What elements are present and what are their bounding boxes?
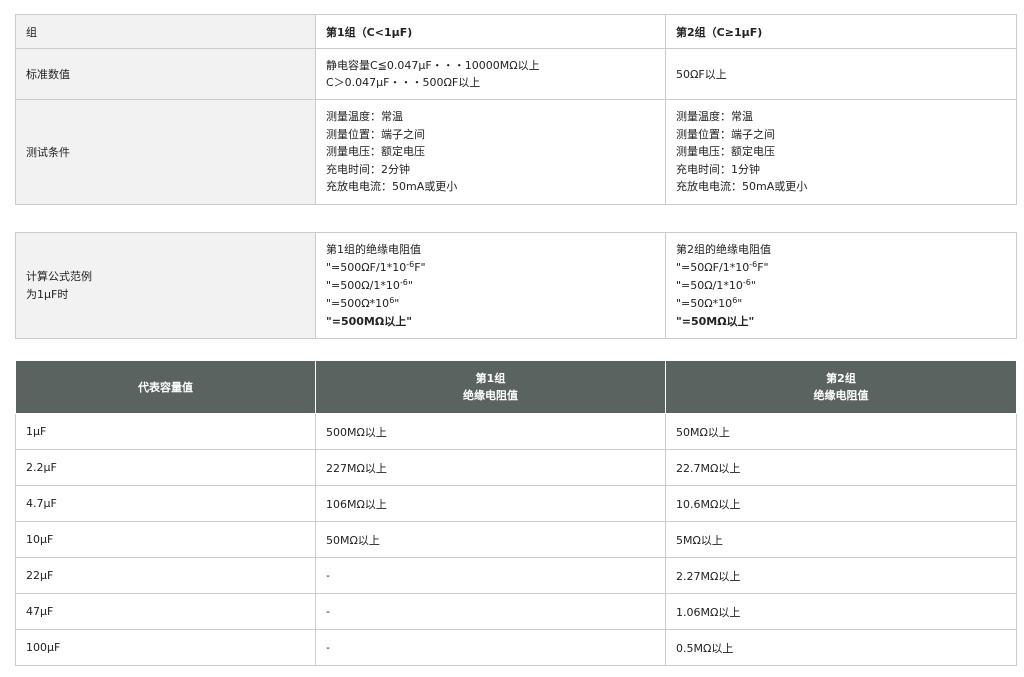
group1-resistance-cell: 500MΩ以上 <box>315 413 666 450</box>
formula-line: "=500ΩF/1*10-6F" <box>326 259 426 274</box>
condition-line: 测量电压：额定电压 <box>326 145 425 159</box>
formula-label-line1: 计算公式范例 <box>26 270 92 283</box>
table-row: 4.7μF 106MΩ以上 10.6MΩ以上 <box>15 485 1017 522</box>
table-row: 2.2μF 227MΩ以上 22.7MΩ以上 <box>15 449 1017 486</box>
formula-result: "=500MΩ以上" <box>326 314 412 328</box>
group1-resistance-column-header: 第1组 绝缘电阻值 <box>315 360 666 414</box>
formula-line: "=50Ω/1*10-6" <box>676 277 756 292</box>
formula-line: "=50Ω*106" <box>676 295 743 310</box>
condition-line: 充电时间：1分钟 <box>676 162 760 176</box>
table-row: 22μF -2.27MΩ以上 <box>15 557 1017 594</box>
test-condition-row: 测试条件 测量温度：常温 测量位置：端子之间 测量电压：额定电压 充电时间：2分… <box>15 99 1017 205</box>
group1-formula: 第1组的绝缘电阻值 "=500ΩF/1*10-6F" "=500Ω/1*10-6… <box>315 232 666 339</box>
group2-resistance-column-header: 第2组 绝缘电阻值 <box>665 360 1017 414</box>
formula-title: 第2组的绝缘电阻值 <box>676 242 771 256</box>
condition-line: 充放电电流：50mA或更小 <box>676 180 808 194</box>
capacitance-column-header: 代表容量值 <box>15 360 316 414</box>
group1-resistance-cell: 227MΩ以上 <box>315 449 666 486</box>
group2-formula: 第2组的绝缘电阻值 "=50ΩF/1*10-6F" "=50Ω/1*10-6" … <box>665 232 1017 339</box>
standard-value-label: 标准数值 <box>15 48 316 100</box>
capacitance-cell: 2.2μF <box>15 449 316 486</box>
group2-resistance-cell: 1.06MΩ以上 <box>665 593 1017 630</box>
group1-standard-value: 静电容量C≦0.047μF・・・10000MΩ以上 C＞0.047μF・・・50… <box>315 48 666 100</box>
group2-standard-value: 50ΩF以上 <box>665 48 1017 100</box>
capacitance-cell: 22μF <box>15 557 316 594</box>
capacitance-cell: 47μF <box>15 593 316 630</box>
group1-standard-line2: C＞0.047μF・・・500ΩF以上 <box>326 76 481 89</box>
group2-resistance-cell: 2.27MΩ以上 <box>665 557 1017 594</box>
condition-line: 充电时间：2分钟 <box>326 162 410 176</box>
formula-line: "=500Ω/1*10-6" <box>326 277 413 292</box>
table-row: 10μF 50MΩ以上 5MΩ以上 <box>15 521 1017 558</box>
condition-line: 测量电压：额定电压 <box>676 145 775 159</box>
test-condition-label: 测试条件 <box>15 99 316 205</box>
group2-resistance-cell: 0.5MΩ以上 <box>665 629 1017 666</box>
formula-title: 第1组的绝缘电阻值 <box>326 242 421 256</box>
capacitance-cell: 4.7μF <box>15 485 316 522</box>
formula-label: 计算公式范例 为1μF时 <box>15 232 316 339</box>
group1-resistance-cell: - <box>315 593 666 630</box>
group1-standard-line1: 静电容量C≦0.047μF・・・10000MΩ以上 <box>326 58 540 72</box>
group1-resistance-cell: 106MΩ以上 <box>315 485 666 522</box>
formula-label-line2: 为1μF时 <box>26 287 69 301</box>
capacitance-cell: 10μF <box>15 521 316 558</box>
formula-example-table: 计算公式范例 为1μF时 第1组的绝缘电阻值 "=500ΩF/1*10-6F" … <box>15 232 1017 339</box>
condition-line: 测量温度：常温 <box>326 110 403 124</box>
formula-row: 计算公式范例 为1μF时 第1组的绝缘电阻值 "=500ΩF/1*10-6F" … <box>15 232 1017 339</box>
standard-value-row: 标准数值 静电容量C≦0.047μF・・・10000MΩ以上 C＞0.047μF… <box>15 48 1017 100</box>
group2-test-conditions: 测量温度：常温 测量位置：端子之间 测量电压：额定电压 充电时间：1分钟 充放电… <box>665 99 1017 205</box>
table-header-row: 代表容量值 第1组 绝缘电阻值 第2组 绝缘电阻值 <box>15 360 1017 414</box>
group2-header: 第2组（C≥1μF) <box>665 14 1017 49</box>
condition-line: 测量温度：常温 <box>676 110 753 124</box>
group2-resistance-cell: 50MΩ以上 <box>665 413 1017 450</box>
table-row: 47μF -1.06MΩ以上 <box>15 593 1017 630</box>
spec-table: 组 第1组（C<1μF) 第2组（C≥1μF) 标准数值 静电容量C≦0.047… <box>15 14 1017 205</box>
group2-resistance-cell: 5MΩ以上 <box>665 521 1017 558</box>
group-header-label: 组 <box>15 14 316 49</box>
spec-header-row: 组 第1组（C<1μF) 第2组（C≥1μF) <box>15 14 1017 49</box>
formula-line: "=500Ω*106" <box>326 295 400 310</box>
group2-resistance-cell: 10.6MΩ以上 <box>665 485 1017 522</box>
group2-resistance-cell: 22.7MΩ以上 <box>665 449 1017 486</box>
capacitance-cell: 100μF <box>15 629 316 666</box>
formula-line: "=50ΩF/1*10-6F" <box>676 259 769 274</box>
table-row: 1μF 500MΩ以上 50MΩ以上 <box>15 413 1017 450</box>
group1-header: 第1组（C<1μF) <box>315 14 666 49</box>
group1-resistance-cell: - <box>315 629 666 666</box>
table-row: 100μF -0.5MΩ以上 <box>15 629 1017 666</box>
condition-line: 测量位置：端子之间 <box>676 127 775 141</box>
capacitance-cell: 1μF <box>15 413 316 450</box>
group1-resistance-cell: - <box>315 557 666 594</box>
capacitance-resistance-table: 代表容量值 第1组 绝缘电阻值 第2组 绝缘电阻值 1μF 500MΩ以上 50MΩ… <box>15 360 1017 666</box>
condition-line: 测量位置：端子之间 <box>326 127 425 141</box>
condition-line: 充放电电流：50mA或更小 <box>326 180 458 194</box>
group1-test-conditions: 测量温度：常温 测量位置：端子之间 测量电压：额定电压 充电时间：2分钟 充放电… <box>315 99 666 205</box>
formula-result: "=50MΩ以上" <box>676 314 755 328</box>
group1-resistance-cell: 50MΩ以上 <box>315 521 666 558</box>
